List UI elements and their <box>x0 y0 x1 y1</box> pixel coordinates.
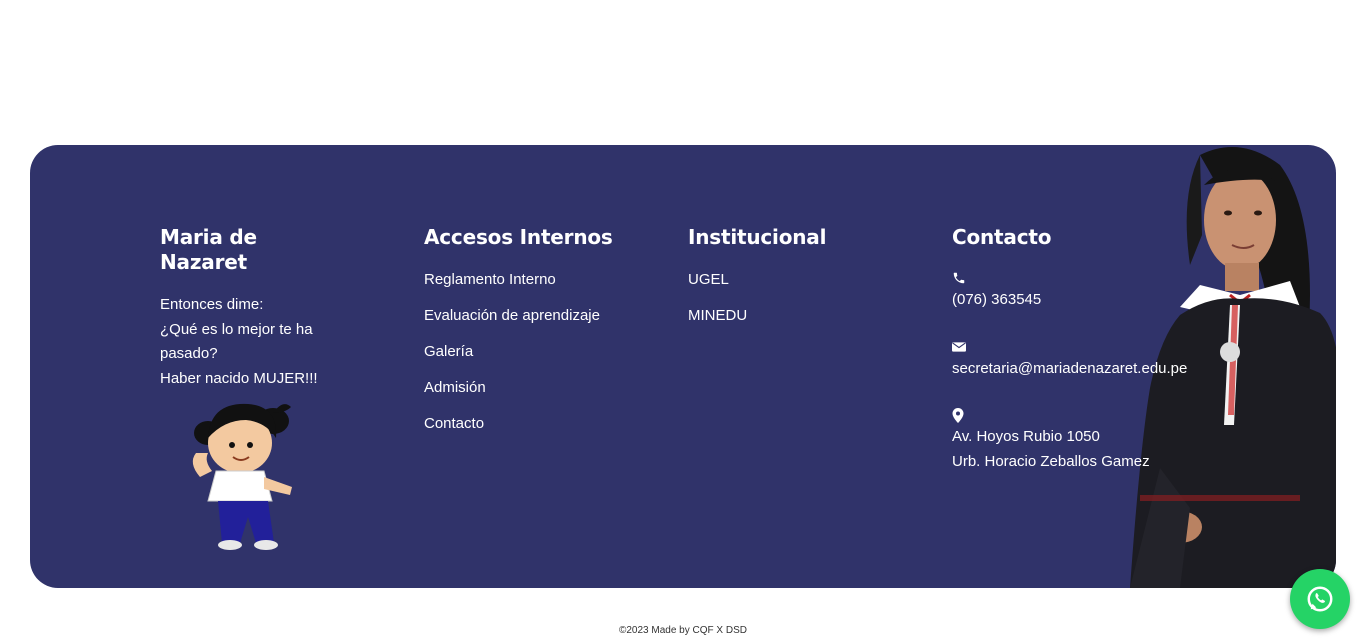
about-text: Entonces dime: ¿Qué es lo mejor te ha pa… <box>160 293 350 391</box>
link-minedu[interactable]: MINEDU <box>688 304 888 329</box>
contact-address-line2: Urb. Horacio Zeballos Gamez <box>952 452 1150 470</box>
phone-icon <box>953 272 965 284</box>
whatsapp-icon <box>1307 586 1333 612</box>
footer-column-about: Maria de Nazaret Entonces dime: ¿Qué es … <box>160 225 350 391</box>
link-contacto[interactable]: Contacto <box>424 412 614 437</box>
footer-title-internal: Accesos Internos <box>424 225 613 249</box>
footer-title-institutional: Institucional <box>688 225 827 249</box>
cartoon-girl-illustration <box>192 403 292 550</box>
institutional-links-list: UGEL MINEDU <box>688 268 888 329</box>
contact-address: Av. Hoyos Rubio 1050 Urb. Horacio Zeball… <box>952 405 1252 474</box>
internal-links-list: Reglamento Interno Evaluación de aprendi… <box>424 268 614 437</box>
copyright-text: ©2023 Made by CQF X DSD <box>619 625 747 636</box>
footer-column-institutional: Institucional UGEL MINEDU <box>688 225 888 340</box>
about-line: ¿Qué es lo mejor te ha <box>160 320 313 338</box>
contact-details: (076) 363545 secretaria@mariadenazaret.e… <box>952 268 1252 474</box>
footer-column-internal: Accesos Internos Reglamento Interno Eval… <box>424 225 614 448</box>
contact-email-text[interactable]: secretaria@mariadenazaret.edu.pe <box>952 357 1252 382</box>
footer-column-contact: Contacto (076) 363545 secretaria@mariade… <box>952 225 1252 498</box>
contact-email: secretaria@mariadenazaret.edu.pe <box>952 337 1252 382</box>
map-marker-icon <box>952 407 964 423</box>
about-line: pasado? <box>160 345 218 362</box>
contact-address-line1: Av. Hoyos Rubio 1050 <box>952 428 1100 445</box>
whatsapp-button[interactable] <box>1290 569 1350 629</box>
footer-title-about: Maria de Nazaret <box>160 225 257 274</box>
about-line: Haber nacido MUJER!!! <box>160 369 318 387</box>
link-admision[interactable]: Admisión <box>424 376 614 401</box>
about-line: Entonces dime: <box>160 296 264 313</box>
contact-phone: (076) 363545 <box>952 268 1252 313</box>
site-footer: Maria de Nazaret Entonces dime: ¿Qué es … <box>30 145 1336 588</box>
envelope-icon <box>952 341 966 352</box>
contact-phone-text[interactable]: (076) 363545 <box>952 288 1252 313</box>
footer-title-contact: Contacto <box>952 225 1052 249</box>
link-ugel[interactable]: UGEL <box>688 268 888 293</box>
link-reglamento[interactable]: Reglamento Interno <box>424 268 614 293</box>
link-galeria[interactable]: Galería <box>424 340 614 365</box>
link-evaluacion[interactable]: Evaluación de aprendizaje <box>424 304 614 329</box>
